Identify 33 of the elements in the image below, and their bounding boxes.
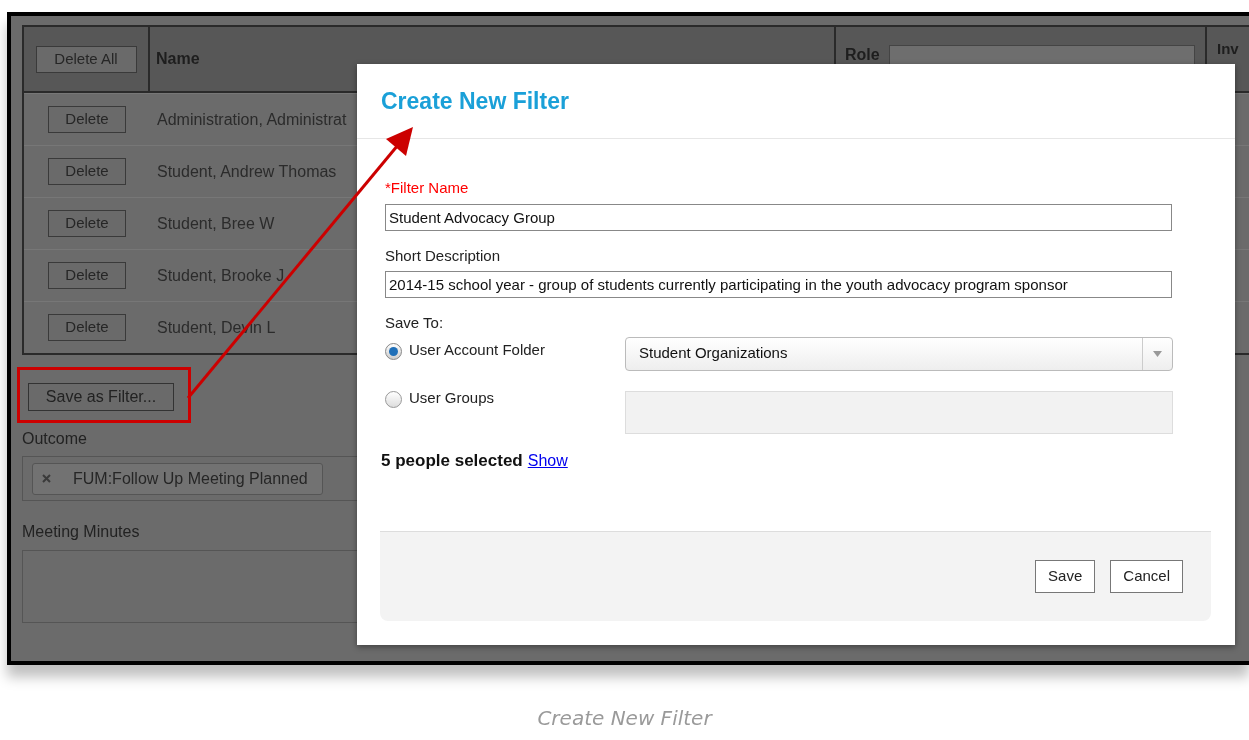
delete-button[interactable]: Delete <box>48 158 126 185</box>
delete-button[interactable]: Delete <box>48 262 126 289</box>
table-cell-text: Student, Bree W <box>157 213 275 234</box>
field-label: *Filter Name <box>385 178 470 198</box>
dialog-button[interactable]: Save <box>1035 560 1096 593</box>
field-label: Meeting Minutes <box>22 522 141 542</box>
dialog-title: Create New Filter <box>381 86 569 116</box>
column-header: Role <box>845 47 880 63</box>
save-as-filter-button[interactable]: Save as Filter... <box>28 383 174 411</box>
radio-button[interactable] <box>385 391 402 409</box>
field-label: Save To: <box>385 313 445 333</box>
outcome-chip: FUM:Follow Up Meeting Planned <box>32 462 323 495</box>
delete-button[interactable]: Delete <box>48 210 126 237</box>
dialog-button[interactable]: Cancel <box>1110 560 1183 593</box>
radio-button[interactable] <box>385 343 402 361</box>
column-header: Inv <box>1217 40 1239 57</box>
table-cell-text: Administration, Administrat <box>157 109 347 130</box>
field-label: Outcome <box>22 429 88 449</box>
show-link[interactable]: Show <box>527 448 568 473</box>
column-header: Name <box>156 49 200 69</box>
radio-label: User Account Folder <box>409 339 545 360</box>
delete-all-button[interactable]: Delete All <box>35 45 137 73</box>
radio-label: User Groups <box>409 387 495 408</box>
input-field[interactable]: 2014-15 school year - group of students currently participating in the youth advocacy program sponsor <box>385 271 1172 298</box>
caret-icon <box>1153 350 1162 357</box>
input-field[interactable]: Student Advocacy Group <box>385 203 1172 231</box>
delete-button[interactable]: Delete <box>48 106 126 133</box>
delete-button[interactable]: Delete <box>48 314 126 341</box>
table-cell-text: Student, Brooke J <box>157 265 285 286</box>
field-label: Short Description <box>385 245 502 266</box>
figure-caption: Create New Filter <box>537 705 712 732</box>
table-cell-text: Student, Andrew Thomas <box>157 161 337 182</box>
folder-dropdown[interactable]: Student Organizations <box>625 336 1173 371</box>
